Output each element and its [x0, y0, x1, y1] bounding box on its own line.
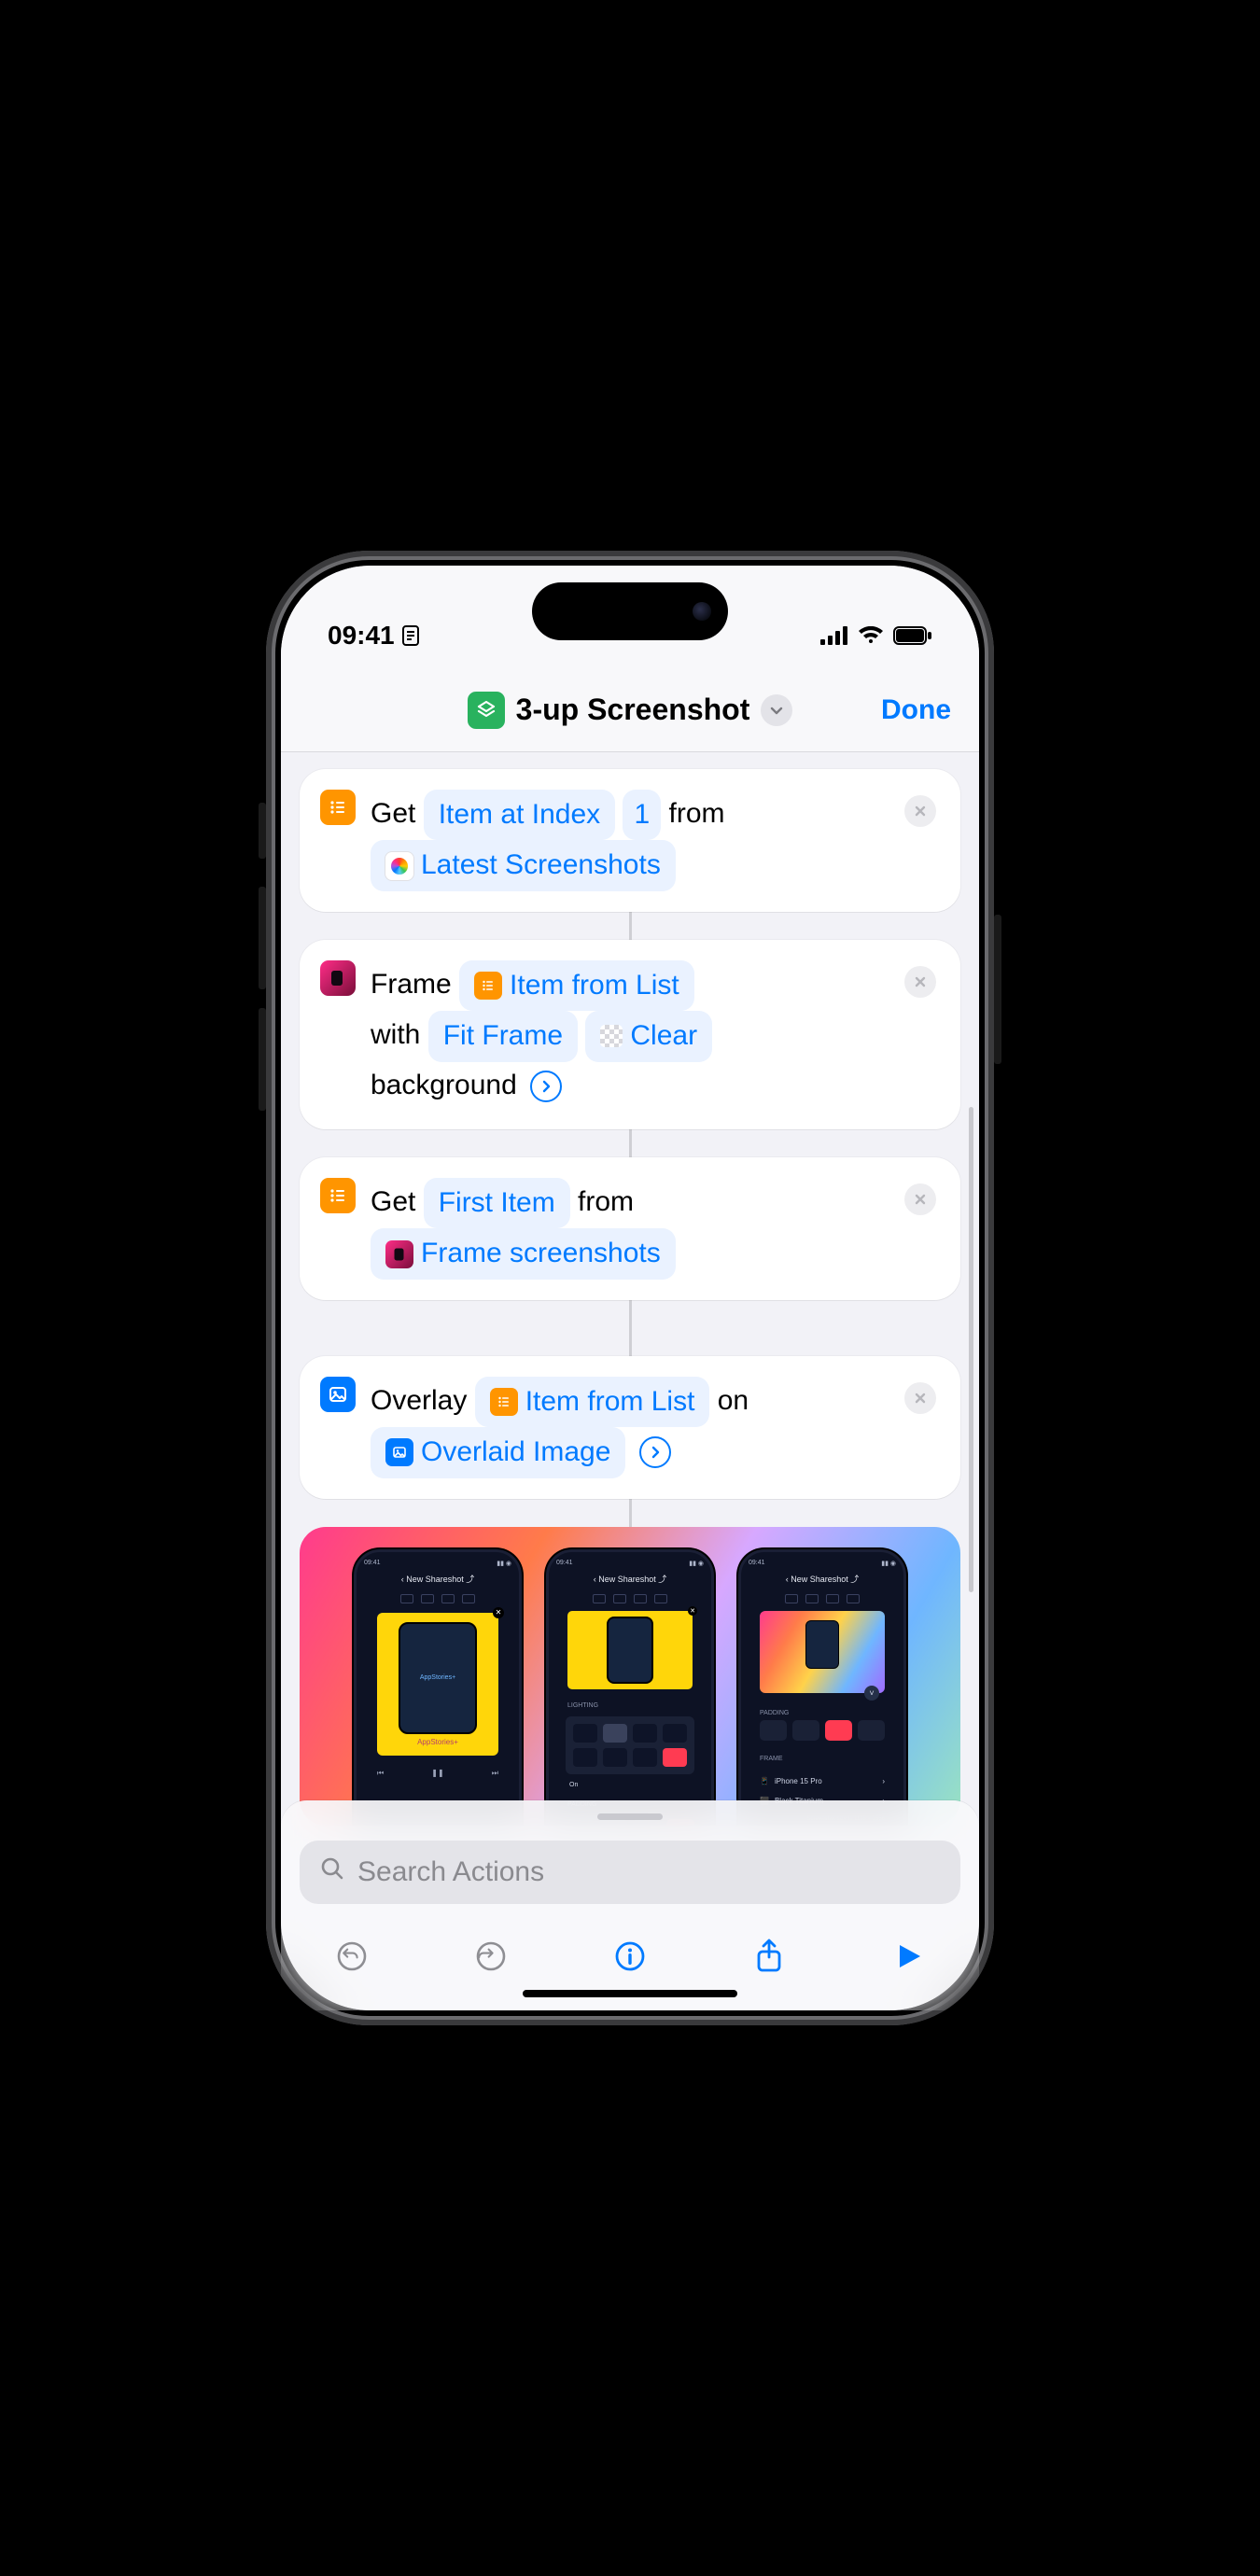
scroll-indicator [969, 1107, 973, 1592]
delete-action-button[interactable] [904, 1183, 936, 1215]
search-placeholder: Search Actions [357, 1856, 544, 1888]
bottom-toolbar [300, 1921, 960, 1982]
photos-icon [385, 852, 413, 880]
param-item-at-index[interactable]: Item at Index [424, 790, 615, 840]
word-on: on [718, 1385, 749, 1416]
home-indicator [523, 1990, 737, 1997]
wifi-icon [858, 626, 884, 645]
param-item-from-list[interactable]: Item from List [459, 960, 694, 1011]
list-action-icon [320, 790, 356, 825]
connector [629, 1300, 632, 1356]
search-input[interactable]: Search Actions [300, 1841, 960, 1904]
list-action-icon [320, 1178, 356, 1213]
page-title: 3-up Screenshot [516, 693, 750, 727]
param-overlaid-image[interactable]: Overlaid Image [371, 1427, 625, 1477]
expand-options-button[interactable] [639, 1436, 671, 1468]
preview-phone-1: 09:41▮▮ ◉ ‹ New Shareshot ⤴ AppStories+ … [354, 1549, 522, 1826]
preview-phone-3: 09:41▮▮ ◉ ‹ New Shareshot ⤴ ˅ PADDING FR… [738, 1549, 906, 1826]
cellular-icon [820, 626, 848, 645]
delete-action-button[interactable] [904, 795, 936, 827]
connector [629, 1129, 632, 1157]
word-from: from [578, 1186, 634, 1217]
result-preview[interactable]: 09:41▮▮ ◉ ‹ New Shareshot ⤴ AppStories+ … [300, 1527, 960, 1826]
search-icon [320, 1856, 344, 1888]
frames-app-icon [385, 1240, 413, 1268]
word-background: background [371, 1070, 517, 1100]
param-index[interactable]: 1 [623, 790, 661, 840]
word-with: with [371, 1019, 420, 1050]
transparency-icon [600, 1025, 623, 1047]
verb: Frame [371, 969, 452, 1000]
info-button[interactable] [609, 1936, 651, 1977]
done-button[interactable]: Done [881, 694, 951, 726]
action-get-first-item[interactable]: Get First Item from Frame screenshots [300, 1157, 960, 1300]
undo-button[interactable] [331, 1936, 372, 1977]
image-icon [385, 1438, 413, 1466]
title-menu-button[interactable] [761, 694, 792, 726]
frames-app-icon [320, 960, 356, 996]
action-overlay[interactable]: Overlay Item from List on [300, 1356, 960, 1499]
action-get-item-at-index[interactable]: Get Item at Index 1 from Latest Screensh… [300, 769, 960, 912]
word-from: from [669, 798, 725, 829]
param-latest-screenshots[interactable]: Latest Screenshots [371, 840, 676, 890]
phone-frame: 09:41 [266, 551, 994, 2025]
connector [629, 912, 632, 940]
battery-icon [893, 626, 932, 645]
param-frame-screenshots[interactable]: Frame screenshots [371, 1228, 676, 1279]
search-sheet[interactable]: Search Actions [281, 1800, 979, 2010]
connector [629, 1499, 632, 1527]
param-clear[interactable]: Clear [585, 1011, 712, 1061]
redo-button[interactable] [470, 1936, 511, 1977]
list-icon [474, 972, 502, 1000]
sheet-grabber[interactable] [597, 1813, 663, 1820]
shortcut-app-icon [468, 692, 505, 729]
delete-action-button[interactable] [904, 966, 936, 998]
nav-bar: 3-up Screenshot Done [281, 668, 979, 752]
param-first-item[interactable]: First Item [424, 1178, 570, 1228]
share-button[interactable] [749, 1936, 790, 1977]
dynamic-island [532, 582, 728, 640]
param-item-from-list[interactable]: Item from List [475, 1377, 710, 1427]
preview-phone-2: 09:41▮▮ ◉ ‹ New Shareshot ⤴ LIGHTING [546, 1549, 714, 1826]
verb: Get [371, 1186, 415, 1217]
clock: 09:41 [328, 621, 395, 651]
verb: Get [371, 798, 415, 829]
expand-options-button[interactable] [530, 1071, 562, 1102]
verb: Overlay [371, 1385, 467, 1416]
run-button[interactable] [888, 1936, 929, 1977]
list-icon [490, 1388, 518, 1416]
shortcuts-indicator-icon [402, 625, 419, 646]
action-frame[interactable]: Frame Item from List with Fit Frame [300, 940, 960, 1129]
delete-action-button[interactable] [904, 1382, 936, 1414]
param-fit-frame[interactable]: Fit Frame [428, 1011, 578, 1061]
overlay-action-icon [320, 1377, 356, 1412]
